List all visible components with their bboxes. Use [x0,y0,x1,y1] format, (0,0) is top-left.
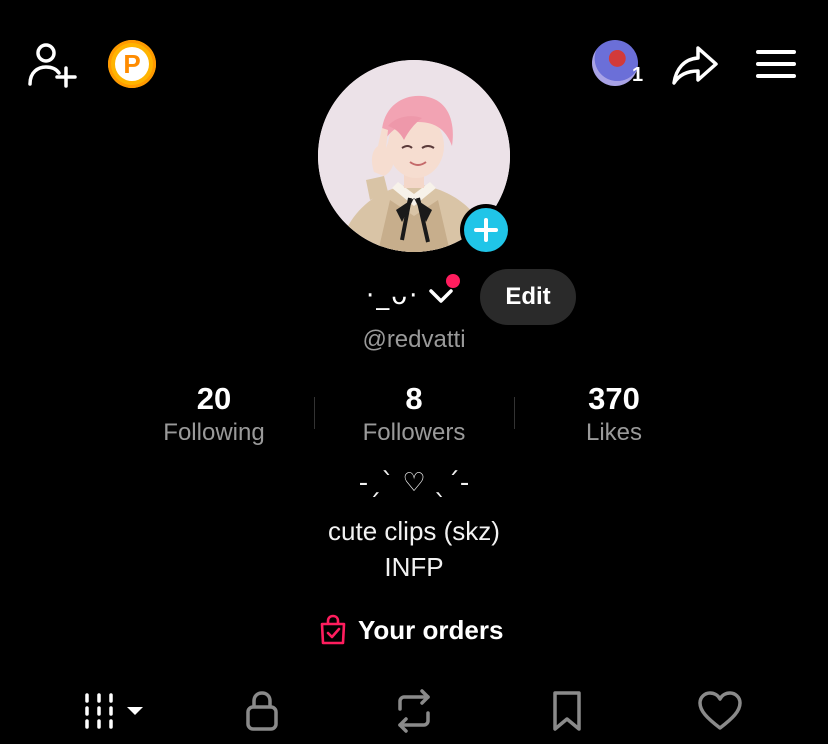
following-stat[interactable]: 20 Following [124,380,304,448]
bio-line-1: -ˏˋ ♡ ˎˊ- [358,468,470,498]
edit-profile-button[interactable]: Edit [480,269,576,325]
likes-count: 370 [588,381,640,416]
add-user-icon [28,43,77,88]
stat-divider [514,397,515,429]
add-friend-button[interactable] [26,40,78,88]
notification-dot [446,274,460,288]
menu-button[interactable] [754,44,798,84]
coins-button[interactable]: P [108,40,156,88]
tab-favorites[interactable] [542,685,592,737]
bio-line-2: cute clips (skz) [328,516,500,546]
hamburger-menu-icon [756,50,796,78]
tab-videos[interactable] [70,685,150,737]
tab-private[interactable] [236,685,288,737]
lock-icon [246,691,278,731]
repost-icon [398,689,430,733]
story-count: 1 [632,64,644,86]
followers-count: 8 [405,381,423,416]
coin-icon: P [115,47,149,81]
grid-videos-icon [85,693,143,729]
following-label: Following [163,419,265,446]
add-story-button[interactable] [460,204,512,256]
followers-stat[interactable]: 8 Followers [324,380,504,448]
chevron-down-icon [429,289,454,303]
bio-line-3: INFP [384,552,444,582]
likes-label: Likes [585,419,643,446]
share-profile-button[interactable] [670,42,720,88]
likes-stat[interactable]: 370 Likes [524,380,704,448]
shopping-bag-icon [320,614,346,645]
following-count: 20 [196,381,232,416]
followers-label: Followers [362,419,466,446]
username: @redvatti [362,326,466,353]
share-icon [672,46,718,85]
your-orders-label: Your orders [358,614,504,645]
display-name: ·_ᴗ· [366,281,420,311]
bookmark-icon [553,691,581,731]
tab-liked[interactable] [694,685,746,737]
plus-icon [474,218,498,242]
account-switcher[interactable]: ·_ᴗ· [366,272,455,320]
your-orders-link[interactable]: Your orders [318,610,503,650]
stat-divider [314,397,315,429]
heart-icon [698,691,742,730]
tab-reposts[interactable] [388,685,440,737]
